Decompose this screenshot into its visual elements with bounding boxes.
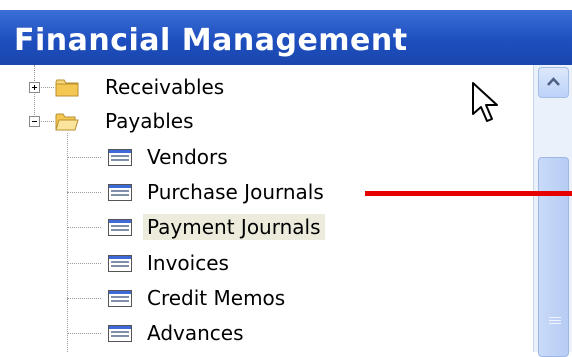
top-strip xyxy=(0,0,572,10)
tree-line xyxy=(67,298,101,299)
tree-item-invoices[interactable]: Invoices xyxy=(143,250,233,276)
tree-line xyxy=(67,263,101,264)
tree-line xyxy=(67,227,101,228)
tree-item-purchase-journals[interactable]: Purchase Journals xyxy=(143,179,328,205)
form-window-icon xyxy=(108,325,132,342)
form-window-icon xyxy=(108,219,132,236)
scroll-thumb[interactable] xyxy=(538,157,569,357)
tree-node-receivables[interactable]: Receivables xyxy=(101,74,228,100)
tree-item-payment-journals[interactable]: Payment Journals xyxy=(143,214,325,240)
form-window-icon xyxy=(108,290,132,307)
minus-box-icon[interactable] xyxy=(29,116,40,127)
tree-line xyxy=(67,133,68,352)
tree-node-payables[interactable]: Payables xyxy=(101,108,198,134)
tree-item-credit-memos[interactable]: Credit Memos xyxy=(143,285,289,311)
scroll-grip xyxy=(549,323,561,324)
tree-line xyxy=(34,65,35,121)
annotation-arrow-line xyxy=(365,191,572,196)
folder-open-icon xyxy=(55,113,79,131)
form-window-icon xyxy=(108,149,132,166)
scroll-grip xyxy=(549,317,561,318)
tree-line xyxy=(67,333,101,334)
scroll-up-button[interactable] xyxy=(538,67,569,98)
form-window-icon xyxy=(108,255,132,272)
folder-closed-icon xyxy=(55,79,79,97)
tree-line xyxy=(67,192,101,193)
title-bar: Financial Management xyxy=(0,10,572,65)
scroll-grip xyxy=(549,320,561,321)
tree-item-advances[interactable]: Advances xyxy=(143,320,248,346)
tree-line xyxy=(67,157,101,158)
window-title: Financial Management xyxy=(14,23,408,58)
chevron-up-icon xyxy=(547,77,560,86)
plus-box-icon[interactable] xyxy=(29,82,40,93)
navigation-tree: Receivables Payables Vendors Purchase Jo… xyxy=(0,65,533,352)
mouse-pointer-icon xyxy=(472,82,498,122)
tree-item-vendors[interactable]: Vendors xyxy=(143,144,232,170)
vertical-scrollbar[interactable] xyxy=(533,65,572,357)
form-window-icon xyxy=(108,184,132,201)
